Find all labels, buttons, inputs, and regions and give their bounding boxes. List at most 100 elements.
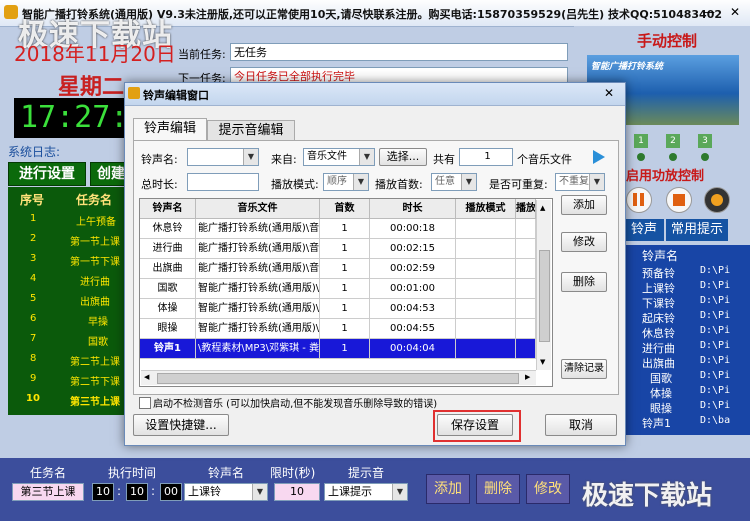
tab-ring[interactable]: 铃声 — [624, 219, 664, 241]
col-count: 首数 — [320, 199, 370, 219]
delete-ring-button[interactable]: 删除 — [561, 272, 607, 292]
ring-list-item[interactable]: 国歌 D:\Pi — [624, 370, 750, 386]
ring-name-combo[interactable]: ▼ — [187, 148, 259, 166]
shortcut-settings-button[interactable]: 设置快捷键... — [133, 414, 229, 436]
source-label: 来自: — [271, 153, 297, 166]
time-separator: : — [151, 484, 156, 498]
digital-clock: 17:27:5 — [14, 98, 124, 138]
ring-list-item[interactable]: 下课铃 D:\Pi — [624, 295, 750, 311]
play-count-select[interactable]: 任意 ▼ — [431, 173, 477, 191]
banner-text: 智能广播打铃系统 — [591, 62, 664, 72]
ring-item-path: D:\Pi — [700, 325, 731, 336]
channel-2-indicator — [669, 153, 677, 161]
play-icon[interactable] — [593, 150, 605, 164]
cell-mode — [456, 339, 516, 359]
hour-input[interactable]: 10 — [92, 483, 114, 501]
record-button[interactable] — [704, 187, 730, 213]
weekday-display: 星期二 — [58, 75, 125, 100]
add-ring-button[interactable]: 添加 — [561, 195, 607, 215]
channel-3-button[interactable]: 3 — [698, 134, 712, 148]
cell-name: 进行曲 — [140, 239, 196, 259]
current-task-label: 当前任务: — [178, 48, 226, 61]
cell-extra — [516, 259, 536, 279]
prompt-select[interactable]: 上课提示 ▼ — [324, 483, 408, 501]
play-mode-select[interactable]: 顺序 ▼ — [323, 173, 369, 191]
ring-list-item[interactable]: 出旗曲 D:\Pi — [624, 355, 750, 371]
task-no: 4 — [30, 273, 37, 284]
skip-music-check-checkbox[interactable] — [139, 397, 151, 409]
cancel-button[interactable]: 取消 — [545, 414, 617, 436]
modify-ring-button[interactable]: 修改 — [561, 232, 607, 252]
ring-list-item[interactable]: 进行曲 D:\Pi — [624, 340, 750, 356]
ring-list-item[interactable]: 起床铃 D:\Pi — [624, 310, 750, 326]
ring-list-item[interactable]: 上课铃 D:\Pi — [624, 280, 750, 296]
tab-ring-edit[interactable]: 铃声编辑 — [133, 118, 207, 141]
cell-name: 体操 — [140, 299, 196, 319]
settings-button[interactable]: 进行设置 — [8, 162, 86, 186]
close-button[interactable]: ✕ — [724, 3, 746, 21]
time-separator: : — [117, 484, 122, 498]
scroll-left-icon[interactable]: ◀ — [144, 373, 149, 381]
ring-item-path: D:\Pi — [700, 385, 731, 396]
scroll-up-icon[interactable]: ▲ — [540, 204, 545, 212]
scroll-thumb[interactable] — [539, 250, 550, 342]
delete-task-button[interactable]: 删除 — [476, 474, 520, 504]
duration-field[interactable] — [187, 173, 259, 191]
total-unit-label: 个音乐文件 — [517, 153, 572, 166]
save-settings-button[interactable]: 保存设置 — [437, 414, 513, 436]
tab-prompt-edit[interactable]: 提示音编辑 — [207, 120, 295, 141]
ring-list-item[interactable]: 休息铃 D:\Pi — [624, 325, 750, 341]
col-play: 播放 — [516, 199, 536, 219]
cell-duration: 00:04:53 — [370, 299, 456, 319]
play-mode-value: 顺序 — [327, 176, 347, 187]
scroll-right-icon[interactable]: ▶ — [525, 373, 530, 381]
time-limit-input[interactable]: 10 — [274, 483, 320, 501]
stop-button[interactable] — [666, 187, 692, 213]
cell-extra — [516, 319, 536, 339]
ring-list-item[interactable]: 眼操 D:\Pi — [624, 400, 750, 416]
prompt-select-value: 上课提示 — [328, 485, 372, 498]
ring-list-header: 铃声名 — [624, 247, 750, 263]
cell-extra — [516, 239, 536, 259]
vertical-scrollbar[interactable]: ▲ ▼ — [536, 200, 551, 370]
ring-item-path: D:\Pi — [700, 295, 731, 306]
amplifier-control-label[interactable]: 启用功放控制 — [626, 165, 704, 184]
ring-list-item[interactable]: 体操 D:\Pi — [624, 385, 750, 401]
record-icon — [711, 194, 723, 206]
repeat-select[interactable]: 不重复 ▼ — [555, 173, 605, 191]
dialog-close-button[interactable]: ✕ — [599, 84, 619, 102]
total-count-field[interactable]: 1 — [459, 148, 513, 166]
second-input[interactable]: 00 — [160, 483, 182, 501]
cell-count: 1 — [320, 259, 370, 279]
minimize-button[interactable]: — — [698, 3, 720, 21]
tab-common-prompts[interactable]: 常用提示 — [666, 219, 728, 241]
choose-file-button[interactable]: 选择... — [379, 148, 427, 166]
modify-task-button[interactable]: 修改 — [526, 474, 570, 504]
cell-mode — [456, 299, 516, 319]
source-select[interactable]: 音乐文件 ▼ — [303, 148, 375, 166]
add-task-button[interactable]: 添加 — [426, 474, 470, 504]
clear-records-button[interactable]: 清除记录 — [561, 359, 607, 379]
ring-list-item[interactable]: 预备铃 D:\Pi — [624, 265, 750, 281]
ring-list-item[interactable]: 铃声1 D:\ba — [624, 415, 750, 431]
pause-button[interactable] — [626, 187, 652, 213]
col-name-header: 任务名 — [76, 193, 113, 207]
task-name: 第二节下课 — [70, 377, 120, 388]
ring-item-name: 休息铃 — [642, 327, 675, 340]
minute-input[interactable]: 10 — [126, 483, 148, 501]
ring-select[interactable]: 上课铃 ▼ — [184, 483, 268, 501]
scroll-thumb-horizontal[interactable] — [157, 373, 519, 384]
scroll-down-icon[interactable]: ▼ — [540, 358, 545, 366]
cell-name: 国歌 — [140, 279, 196, 299]
horizontal-scrollbar[interactable]: ◀ ▶ — [141, 370, 536, 385]
play-count-value: 任意 — [435, 176, 455, 187]
chevron-down-icon: ▼ — [392, 484, 407, 500]
channel-1-button[interactable]: 1 — [634, 134, 648, 148]
date-display: 2018年11月20日 — [14, 42, 176, 66]
task-no: 9 — [30, 373, 37, 384]
channel-2-button[interactable]: 2 — [666, 134, 680, 148]
task-name: 第一节下课 — [70, 257, 120, 268]
ring-item-name: 下课铃 — [642, 297, 675, 310]
task-name-input[interactable]: 第三节上课 — [12, 483, 84, 501]
task-name-label: 任务名 — [30, 466, 67, 480]
